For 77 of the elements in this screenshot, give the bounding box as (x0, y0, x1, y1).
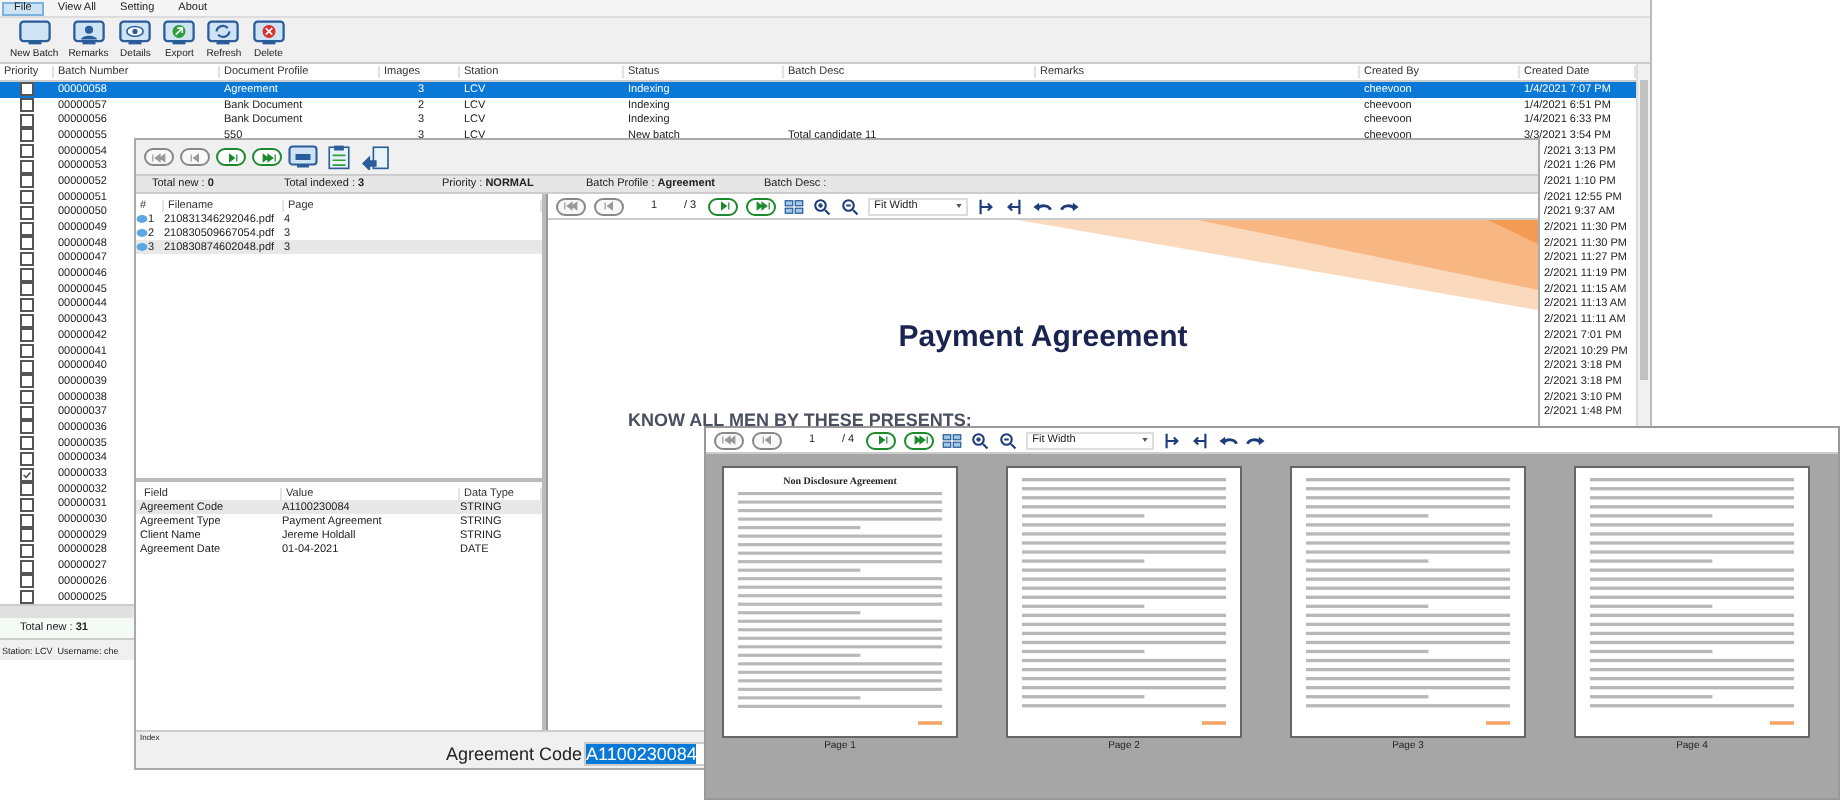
zoom-in-icon[interactable] (970, 431, 991, 449)
priority-checkbox[interactable] (20, 359, 34, 374)
priority-checkbox[interactable] (20, 251, 34, 266)
fit-icon[interactable] (976, 197, 997, 215)
priority-checkbox[interactable] (20, 267, 34, 282)
priority-checkbox[interactable] (20, 282, 34, 297)
priority-checkbox[interactable] (20, 159, 34, 174)
priority-checkbox[interactable] (20, 590, 34, 605)
grid-icon[interactable] (942, 431, 963, 449)
footer-logo-icon (1202, 720, 1226, 726)
priority-checkbox[interactable] (20, 543, 34, 558)
footer-logo-icon (1486, 720, 1510, 726)
next-page-button[interactable] (866, 431, 897, 449)
fit-icon[interactable] (1162, 431, 1183, 449)
last-page-button[interactable] (904, 431, 935, 449)
priority-checkbox[interactable] (20, 205, 34, 220)
priority-checkbox[interactable] (20, 513, 34, 528)
rotate-left-icon[interactable] (1218, 431, 1239, 449)
priority-checkbox[interactable] (20, 467, 34, 482)
skip-first-icon (147, 151, 171, 163)
priority-checkbox[interactable] (20, 221, 34, 236)
footer-logo-icon (918, 720, 942, 726)
last-page-button[interactable] (746, 197, 777, 215)
rotate-left-icon[interactable] (1032, 197, 1053, 215)
refresh-icon (206, 20, 241, 46)
next-page-button[interactable] (708, 197, 739, 215)
priority-checkbox[interactable] (20, 374, 34, 389)
priority-checkbox[interactable] (20, 528, 34, 543)
field-label: Agreement Code (445, 744, 582, 764)
priority-checkbox[interactable] (20, 113, 34, 128)
priority-checkbox[interactable] (20, 297, 34, 312)
grid-icon[interactable] (784, 197, 805, 215)
document-title: Payment Agreement (896, 320, 1190, 354)
skip-first-icon (717, 434, 741, 446)
priority-checkbox[interactable] (20, 390, 34, 405)
person-icon (71, 20, 106, 46)
rotate-right-icon[interactable] (1246, 431, 1267, 449)
priority-checkbox[interactable] (20, 436, 34, 451)
priority-checkbox[interactable] (20, 559, 34, 574)
monitor-icon (17, 20, 52, 46)
priority-checkbox[interactable] (20, 497, 34, 512)
priority-checkbox[interactable] (20, 451, 34, 466)
next-page-button[interactable] (216, 148, 246, 166)
priority-checkbox[interactable] (20, 574, 34, 589)
priority-checkbox[interactable] (20, 190, 34, 205)
clipboard-icon[interactable] (324, 144, 354, 170)
priority-checkbox[interactable] (20, 420, 34, 435)
page-thumbnail[interactable] (1290, 466, 1526, 738)
priority-checkbox[interactable] (20, 328, 34, 343)
page-thumbnail[interactable] (1574, 466, 1810, 738)
agreement-code-field[interactable]: A1100230084 (584, 742, 708, 766)
rotate-right-icon[interactable] (1060, 197, 1081, 215)
zoom-in-icon[interactable] (812, 197, 833, 215)
export-icon[interactable] (360, 144, 390, 170)
priority-checkbox[interactable] (20, 144, 34, 159)
footer-logo-icon (1770, 720, 1794, 726)
document-heading: KNOW ALL MEN BY THESE PRESENTS: (628, 410, 972, 430)
scanner-icon[interactable] (288, 144, 318, 170)
caret-icon (1142, 438, 1149, 442)
priority-checkbox[interactable] (20, 405, 34, 420)
priority-checkbox[interactable] (20, 98, 34, 113)
skip-first-icon (559, 200, 583, 212)
last-page-button[interactable] (252, 148, 282, 166)
priority-checkbox[interactable] (20, 313, 34, 328)
caret-icon (956, 204, 963, 208)
priority-checkbox[interactable] (20, 236, 34, 251)
fit-icon[interactable] (1190, 431, 1211, 449)
zoom-out-icon[interactable] (840, 197, 861, 215)
fit-icon[interactable] (1004, 197, 1025, 215)
priority-checkbox[interactable] (20, 344, 34, 359)
priority-checkbox[interactable] (20, 128, 34, 143)
priority-checkbox[interactable] (20, 82, 34, 97)
priority-checkbox[interactable] (20, 174, 34, 189)
page-thumbnail[interactable] (1006, 466, 1242, 738)
priority-checkbox[interactable] (20, 482, 34, 497)
zoom-out-icon[interactable] (998, 431, 1019, 449)
horizontal-scrollbar[interactable] (0, 606, 132, 619)
